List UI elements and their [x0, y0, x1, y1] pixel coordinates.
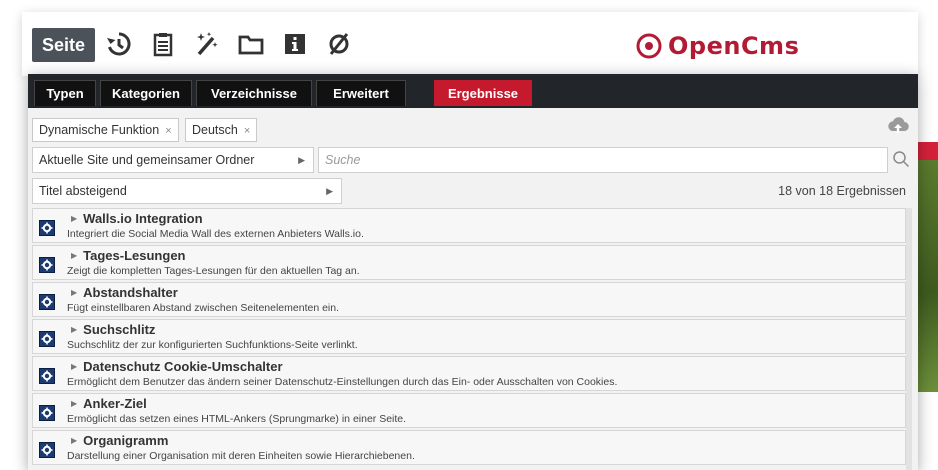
caret-right-icon: ▶: [298, 155, 305, 165]
tab-kategorien[interactable]: Kategorien: [100, 80, 192, 106]
result-title-text: Datenschutz Cookie-Umschalter: [83, 359, 283, 374]
result-description: Fügt einstellbaren Abstand zwischen Seit…: [67, 302, 340, 314]
tab-bar: Typen Kategorien Verzeichnisse Erweitert…: [28, 74, 918, 108]
function-gear-icon: [39, 220, 55, 236]
seite-button[interactable]: Seite: [32, 28, 96, 62]
upload-icon[interactable]: [886, 114, 910, 138]
result-title-text: Anker-Ziel: [83, 396, 147, 411]
result-description: Integriert die Social Media Wall des ext…: [67, 228, 364, 240]
caret-right-icon: ▶: [326, 186, 333, 196]
disabled-icon[interactable]: [324, 29, 354, 59]
remove-filter-icon[interactable]: ×: [244, 125, 250, 137]
scope-select[interactable]: Aktuelle Site und gemeinsamer Ordner ▶: [32, 147, 314, 173]
result-title-text: Tages-Lesungen: [83, 248, 186, 263]
result-title[interactable]: ▶ Organigramm: [71, 433, 168, 448]
result-title[interactable]: ▶ Walls.io Integration: [71, 211, 203, 226]
result-description: Ermöglicht dem Benutzer das ändern seine…: [67, 376, 618, 388]
result-title-text: Suchschlitz: [83, 322, 156, 337]
result-title-text: Walls.io Integration: [83, 211, 203, 226]
filter-chip-type: Dynamische Funktion ×: [32, 118, 179, 142]
result-description: Zeigt die kompletten Tages-Lesungen für …: [67, 265, 360, 277]
folder-icon[interactable]: [236, 29, 266, 59]
magic-wand-icon[interactable]: [192, 29, 222, 59]
opencms-logo-icon: [636, 33, 662, 59]
function-gear-icon: [39, 294, 55, 310]
filter-chip-label: Deutsch: [192, 123, 238, 137]
result-item[interactable]: ▶ Suchschlitz Suchschlitz der zur konfigur…: [32, 319, 906, 354]
top-toolbar: Seite OpenCms: [22, 12, 918, 76]
expand-arrow-icon[interactable]: ▶: [71, 214, 77, 223]
result-title-text: Organigramm: [83, 433, 169, 448]
result-title[interactable]: ▶ Tages-Lesungen: [71, 248, 186, 263]
filter-chip-label: Dynamische Funktion: [39, 123, 160, 137]
result-description: Suchschlitz der zur konfigurierten Suchf…: [67, 339, 358, 351]
result-title[interactable]: ▶ Anker-Ziel: [71, 396, 147, 411]
results-scrollbar[interactable]: [906, 208, 912, 470]
result-item[interactable]: ▶ Datenschutz Cookie-Umschalter Ermöglicht…: [32, 356, 906, 391]
expand-arrow-icon[interactable]: ▶: [71, 251, 77, 260]
search-input[interactable]: Suche: [318, 147, 888, 173]
result-item[interactable]: ▶ Anker-Ziel Ermöglicht das setzen eines H…: [32, 393, 906, 428]
tab-typen[interactable]: Typen: [34, 80, 96, 106]
result-title[interactable]: ▶ Datenschutz Cookie-Umschalter: [71, 359, 283, 374]
function-gear-icon: [39, 405, 55, 421]
function-gear-icon: [39, 331, 55, 347]
expand-arrow-icon[interactable]: ▶: [71, 325, 77, 334]
result-item[interactable]: ▶ Abstandshalter Fügt einstellbaren Abstan…: [32, 282, 906, 317]
result-item[interactable]: ▶ Tages-Lesungen Zeigt die kompletten Tage…: [32, 245, 906, 280]
tab-erweitert[interactable]: Erweitert: [316, 80, 406, 106]
sort-select-value: Titel absteigend: [39, 184, 127, 198]
info-icon[interactable]: [280, 29, 310, 59]
search-icon[interactable]: [892, 150, 910, 168]
expand-arrow-icon[interactable]: ▶: [71, 436, 77, 445]
opencms-logo: OpenCms: [636, 30, 799, 62]
function-gear-icon: [39, 257, 55, 273]
tab-verzeichnisse[interactable]: Verzeichnisse: [196, 80, 312, 106]
background-page-edge: [918, 142, 938, 392]
results-list: ▶ Walls.io Integration Integriert die Soci…: [32, 208, 906, 470]
expand-arrow-icon[interactable]: ▶: [71, 362, 77, 371]
expand-arrow-icon[interactable]: ▶: [71, 288, 77, 297]
sort-select[interactable]: Titel absteigend ▶: [32, 178, 342, 204]
result-description: Ermöglicht das setzen eines HTML-Ankers …: [67, 413, 407, 425]
result-count: 18 von 18 Ergebnissen: [778, 184, 906, 198]
result-item[interactable]: ▶ Walls.io Integration Integriert die Soci…: [32, 208, 906, 243]
result-title[interactable]: ▶ Abstandshalter: [71, 285, 178, 300]
result-description: Darstellung einer Organisation mit deren…: [67, 450, 415, 462]
function-gear-icon: [39, 368, 55, 384]
result-item[interactable]: ▶ Organigramm Darstellung einer Organisati…: [32, 430, 906, 465]
logo-text: OpenCms: [668, 32, 800, 60]
result-title[interactable]: ▶ Suchschlitz: [71, 322, 155, 337]
expand-arrow-icon[interactable]: ▶: [71, 399, 77, 408]
function-gear-icon: [39, 442, 55, 458]
remove-filter-icon[interactable]: ×: [165, 125, 171, 137]
history-icon[interactable]: [104, 29, 134, 59]
scope-select-value: Aktuelle Site und gemeinsamer Ordner: [39, 153, 255, 167]
gallery-dialog: Typen Kategorien Verzeichnisse Erweitert…: [28, 74, 918, 470]
clipboard-icon[interactable]: [148, 29, 178, 59]
filter-chip-language: Deutsch ×: [185, 118, 258, 142]
tab-ergebnisse[interactable]: Ergebnisse: [434, 80, 532, 106]
result-title-text: Abstandshalter: [83, 285, 178, 300]
